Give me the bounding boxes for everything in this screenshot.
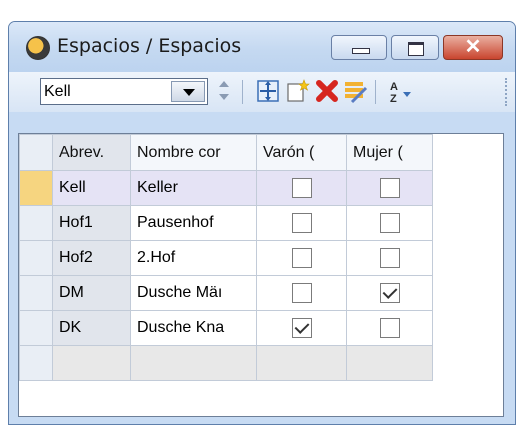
table-row[interactable]: Hof2 2.Hof [19,240,433,276]
new-row[interactable] [19,345,433,381]
cell-varon [256,275,347,311]
row-indicator[interactable] [19,240,53,276]
minimize-icon [352,48,370,54]
maximize-button[interactable] [391,35,439,60]
mujer-checkbox[interactable] [379,248,400,268]
varon-checkbox[interactable] [291,318,312,338]
cell-abrev[interactable] [52,345,131,381]
spin-up-icon[interactable] [219,81,229,87]
varon-checkbox[interactable] [291,213,312,233]
table-header-row: Abrev. Nombre cor Varón ( Mujer ( [19,134,433,171]
header-corner[interactable] [19,134,53,171]
cell-mujer [346,310,433,346]
cell-varon [256,205,347,241]
cell-mujer[interactable] [346,345,433,381]
cell-nombre[interactable]: 2.Hof [130,240,257,276]
cell-mujer [346,275,433,311]
varon-checkbox[interactable] [291,248,312,268]
room-selector-dropdown-button[interactable] [171,81,205,102]
column-header-varon[interactable]: Varón ( [256,134,347,171]
app-clock-icon [26,36,50,60]
record-spinner[interactable] [217,78,231,105]
column-header-mujer[interactable]: Mujer ( [346,134,433,171]
data-grid[interactable]: Abrev. Nombre cor Varón ( Mujer ( Kell K… [18,133,504,417]
mujer-checkbox[interactable] [379,283,400,303]
sort-icon[interactable]: A Z [387,78,413,104]
mujer-checkbox[interactable] [379,213,400,233]
column-header-abrev[interactable]: Abrev. [52,134,131,171]
svg-text:A: A [390,81,398,93]
cell-nombre[interactable]: Pausenhof [130,205,257,241]
minimize-button[interactable] [331,35,387,60]
cell-nombre[interactable]: Dusche Kna [130,310,257,346]
cell-abrev[interactable]: Hof2 [52,240,131,276]
row-indicator[interactable] [19,275,53,311]
spin-down-icon[interactable] [219,94,229,100]
cell-varon [256,310,347,346]
cell-nombre[interactable]: Dusche Mäı [130,275,257,311]
toolbar: Kell A Z [9,72,515,112]
cell-mujer [346,170,433,206]
move-icon[interactable] [255,78,281,104]
toolbar-separator [375,80,376,104]
delete-icon[interactable] [314,78,340,104]
table-row[interactable]: DM Dusche Mäı [19,275,433,311]
cell-abrev[interactable]: DK [52,310,131,346]
close-button[interactable]: ✕ [443,35,503,60]
cell-abrev[interactable]: DM [52,275,131,311]
maximize-icon [408,42,424,56]
cell-mujer [346,205,433,241]
mujer-checkbox[interactable] [379,178,400,198]
room-selector-value: Kell [44,83,71,100]
rooms-table: Abrev. Nombre cor Varón ( Mujer ( Kell K… [19,134,433,381]
table-row[interactable]: DK Dusche Kna [19,310,433,346]
chevron-down-icon [183,89,195,96]
room-selector[interactable]: Kell [40,78,208,105]
svg-text:Z: Z [390,93,397,104]
close-icon: ✕ [464,36,482,58]
window-title: Espacios / Espacios [57,35,242,57]
toolbar-grip[interactable] [505,78,513,106]
cell-nombre[interactable] [130,345,257,381]
varon-checkbox[interactable] [291,283,312,303]
mujer-checkbox[interactable] [379,318,400,338]
row-indicator[interactable] [19,310,53,346]
cell-abrev[interactable]: Kell [52,170,131,206]
new-record-icon[interactable] [284,78,310,104]
cell-varon [256,240,347,276]
table-row[interactable]: Kell Keller [19,170,433,206]
row-indicator[interactable] [19,170,53,206]
title-bar[interactable]: Espacios / Espacios ✕ [9,22,515,72]
cell-varon[interactable] [256,345,347,381]
edit-list-icon[interactable] [342,78,368,104]
toolbar-separator [242,80,243,104]
cell-varon [256,170,347,206]
table-row[interactable]: Hof1 Pausenhof [19,205,433,241]
cell-mujer [346,240,433,276]
row-indicator[interactable] [19,205,53,241]
row-indicator[interactable] [19,345,53,381]
cell-abrev[interactable]: Hof1 [52,205,131,241]
column-header-nombre[interactable]: Nombre cor [130,134,257,171]
cell-nombre[interactable]: Keller [130,170,257,206]
varon-checkbox[interactable] [291,178,312,198]
